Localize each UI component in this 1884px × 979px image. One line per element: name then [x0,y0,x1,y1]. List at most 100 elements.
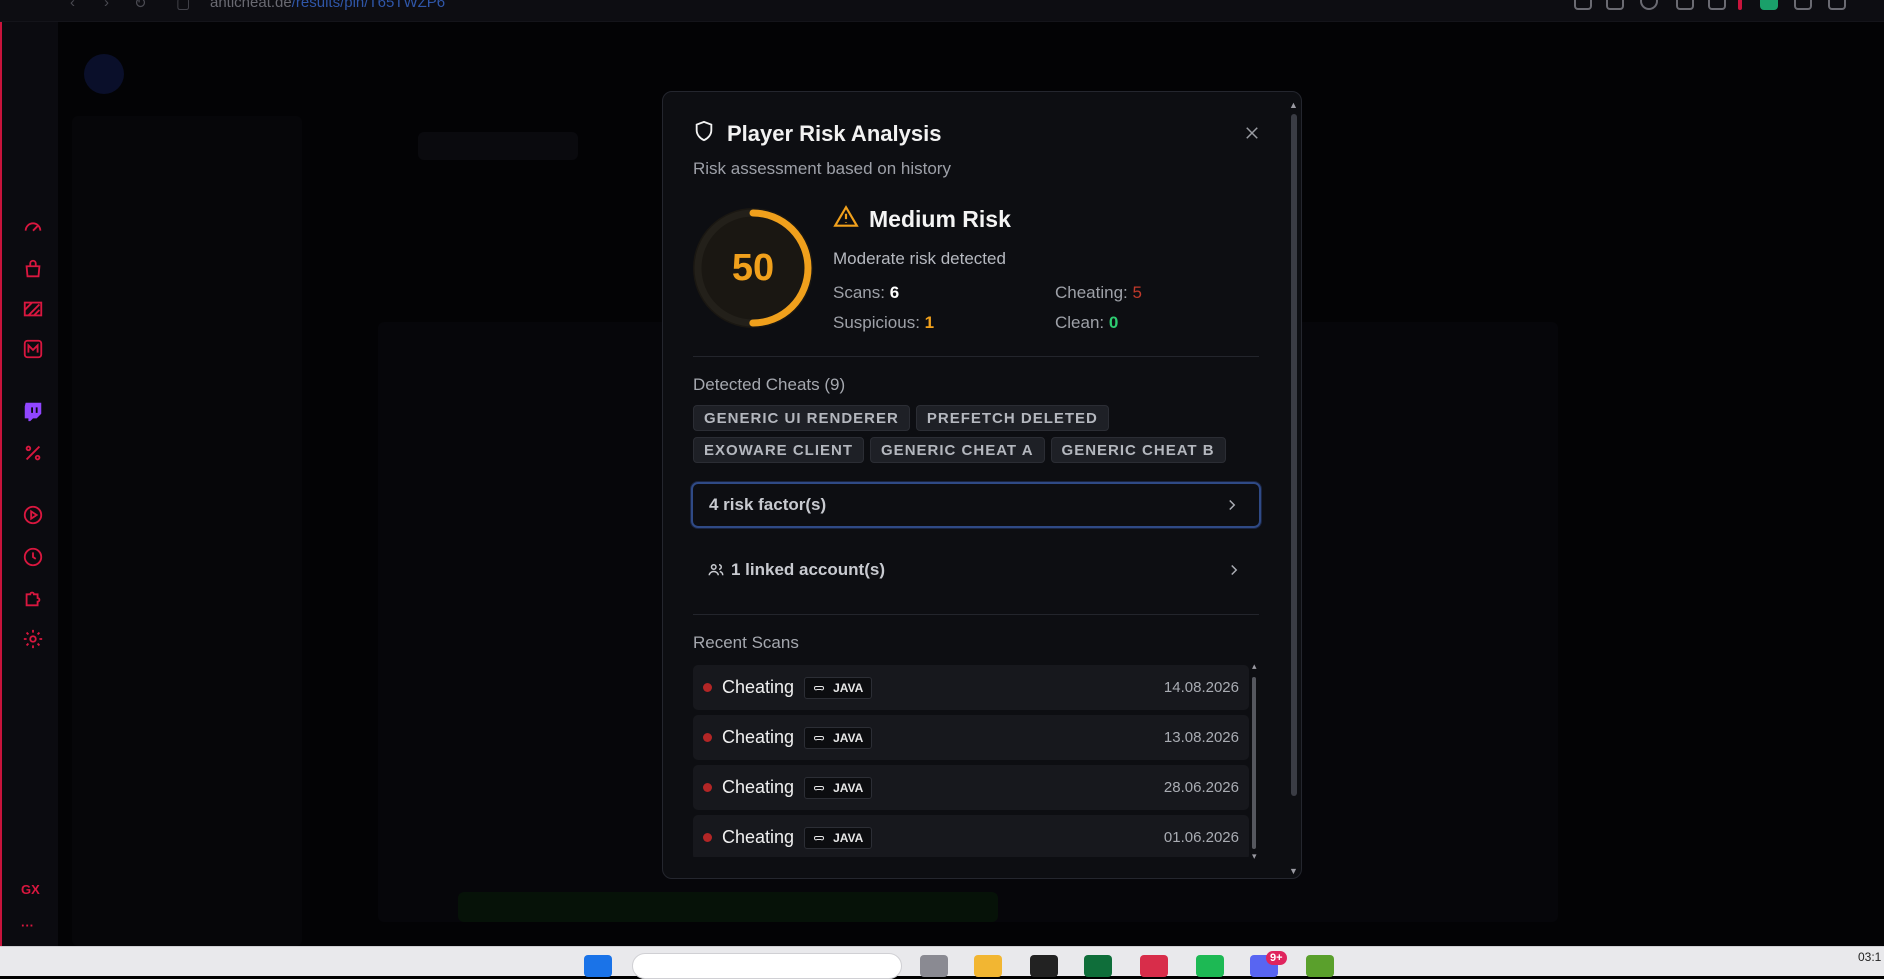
close-button[interactable] [1237,118,1267,148]
ai-icon[interactable] [1828,0,1846,10]
speedometer-icon[interactable] [20,214,46,240]
modal-scrollbar[interactable]: ▲ ▼ [1289,100,1298,876]
risk-summary: Medium Risk Moderate risk detected Scans… [833,204,1273,333]
scan-row[interactable]: Cheating JAVA 01.06.2026 [693,815,1249,857]
cheating-label: Cheating: [1055,283,1128,302]
risk-score-ring: 50 [693,208,813,328]
gx-sidebar: GX ··· [0,22,58,946]
platform-label: JAVA [833,730,864,745]
scroll-up-icon[interactable]: ▴ [1252,661,1257,672]
opera-gx-icon[interactable] [1140,955,1168,977]
scan-row[interactable]: Cheating JAVA 14.08.2026 [693,665,1249,710]
send-icon[interactable] [1676,0,1694,10]
cheat-tag: PREFETCH DELETED [915,405,1109,431]
risk-level: Medium Risk [869,206,1011,232]
scan-date: 14.08.2026 [1163,679,1239,696]
suspicious-label: Suspicious: [833,313,920,332]
extension-icon[interactable] [1574,0,1592,10]
scan-status: Cheating [722,777,795,797]
settings-icon[interactable] [20,626,46,652]
platform-badge: JAVA [804,676,873,699]
percent-icon[interactable] [20,440,46,466]
url-path: /results/pin/T65TWZP6 [291,0,446,11]
gamepad-icon [814,835,825,840]
page-sidebar [72,116,302,946]
cheat-tag: EXOWARE CLIENT [693,437,865,463]
twitch-icon[interactable] [20,398,46,424]
epic-icon[interactable] [1030,955,1058,977]
close-icon [1246,127,1258,139]
status-dot [703,783,712,792]
scroll-up-icon[interactable]: ▲ [1289,100,1298,110]
page-progress [458,892,998,922]
clean-count: 0 [1108,313,1119,332]
platform-badge: JAVA [804,826,873,849]
more-icon[interactable]: ··· [21,918,34,933]
app-icon[interactable] [1084,955,1112,977]
scans-label: Scans: [833,283,885,302]
taskbar-clock[interactable]: 03:1 [1858,950,1881,964]
reload-icon[interactable]: ↻ [134,0,147,12]
status-dot [703,733,712,742]
play-icon[interactable] [20,502,46,528]
url-host: anticheat.de [210,0,292,11]
site-info-icon[interactable]: ▢ [176,0,190,12]
messenger-m-icon[interactable] [20,336,46,362]
modal-header: Player Risk Analysis Risk assessment bas… [693,120,951,179]
browser-toolbar: ‹ › ↻ ▢ anticheat.de/results/pin/T65TWZP… [0,0,1884,22]
clean-label: Clean: [1055,313,1105,332]
scans-scrollbar[interactable]: ▴ ▾ [1252,661,1258,865]
risk-description: Moderate risk detected [833,249,1006,268]
risk-factors-toggle[interactable]: 4 risk factor(s) [691,482,1261,528]
forward-icon[interactable]: › [104,0,109,11]
history-icon[interactable] [1640,0,1658,10]
back-icon[interactable]: ‹ [70,0,75,11]
bag-icon[interactable] [20,256,46,282]
scan-status: Cheating [722,727,795,747]
users-icon [708,564,724,576]
modal-subtitle: Risk assessment based on history [693,159,951,178]
divider [693,356,1259,357]
platform-label: JAVA [833,680,864,695]
task-view-icon[interactable] [920,955,948,977]
explorer-icon[interactable] [974,955,1002,977]
minecraft-icon[interactable] [1306,955,1334,977]
start-icon[interactable] [584,955,612,977]
stripes-icon[interactable] [20,296,46,322]
spotify-icon[interactable] [1196,955,1224,977]
notification-badge: 9+ [1266,951,1287,965]
puzzle-icon[interactable] [20,585,46,611]
shield-icon [693,120,715,147]
download-icon[interactable] [1794,0,1812,10]
scan-row[interactable]: Cheating JAVA 28.06.2026 [693,765,1249,810]
cheating-count: 5 [1132,283,1142,302]
scan-date: 28.06.2026 [1163,779,1239,796]
risk-score-value: 50 [731,246,775,289]
address-bar[interactable]: anticheat.de/results/pin/T65TWZP6 [210,0,445,11]
linked-accounts-toggle[interactable]: 1 linked account(s) [691,547,1261,593]
heart-icon[interactable] [1708,0,1726,10]
taskbar: 9+ 03:1 [0,946,1884,979]
divider-accent [1738,0,1742,10]
detected-cheats-tags: GENERIC UI RENDERER PREFETCH DELETED EXO… [693,405,1263,463]
gamepad-icon [814,735,825,740]
recent-scans-title: Recent Scans [693,633,799,652]
gx-label[interactable]: GX [21,882,40,897]
cheat-tag: GENERIC CHEAT A [870,437,1045,463]
taskbar-search[interactable] [632,953,902,979]
gamepad-icon [814,685,825,690]
scroll-down-icon[interactable]: ▼ [1289,866,1298,876]
modal-title: Player Risk Analysis [727,120,942,146]
clock-icon[interactable] [20,544,46,570]
scan-row[interactable]: Cheating JAVA 13.08.2026 [693,715,1249,760]
chevron-right-icon [1229,499,1236,511]
page-logo [84,54,124,94]
profile-icon[interactable] [1760,0,1778,10]
scans-scrollbar-thumb[interactable] [1252,677,1256,849]
modal-scrollbar-thumb[interactable] [1291,114,1297,796]
scroll-down-icon[interactable]: ▾ [1252,851,1257,862]
cheat-tag: GENERIC UI RENDERER [693,405,910,431]
recent-scans-list[interactable]: Cheating JAVA 14.08.2026 Cheating JAVA 1… [693,665,1253,857]
snapshot-icon[interactable] [1606,0,1624,10]
platform-label: JAVA [833,830,864,845]
